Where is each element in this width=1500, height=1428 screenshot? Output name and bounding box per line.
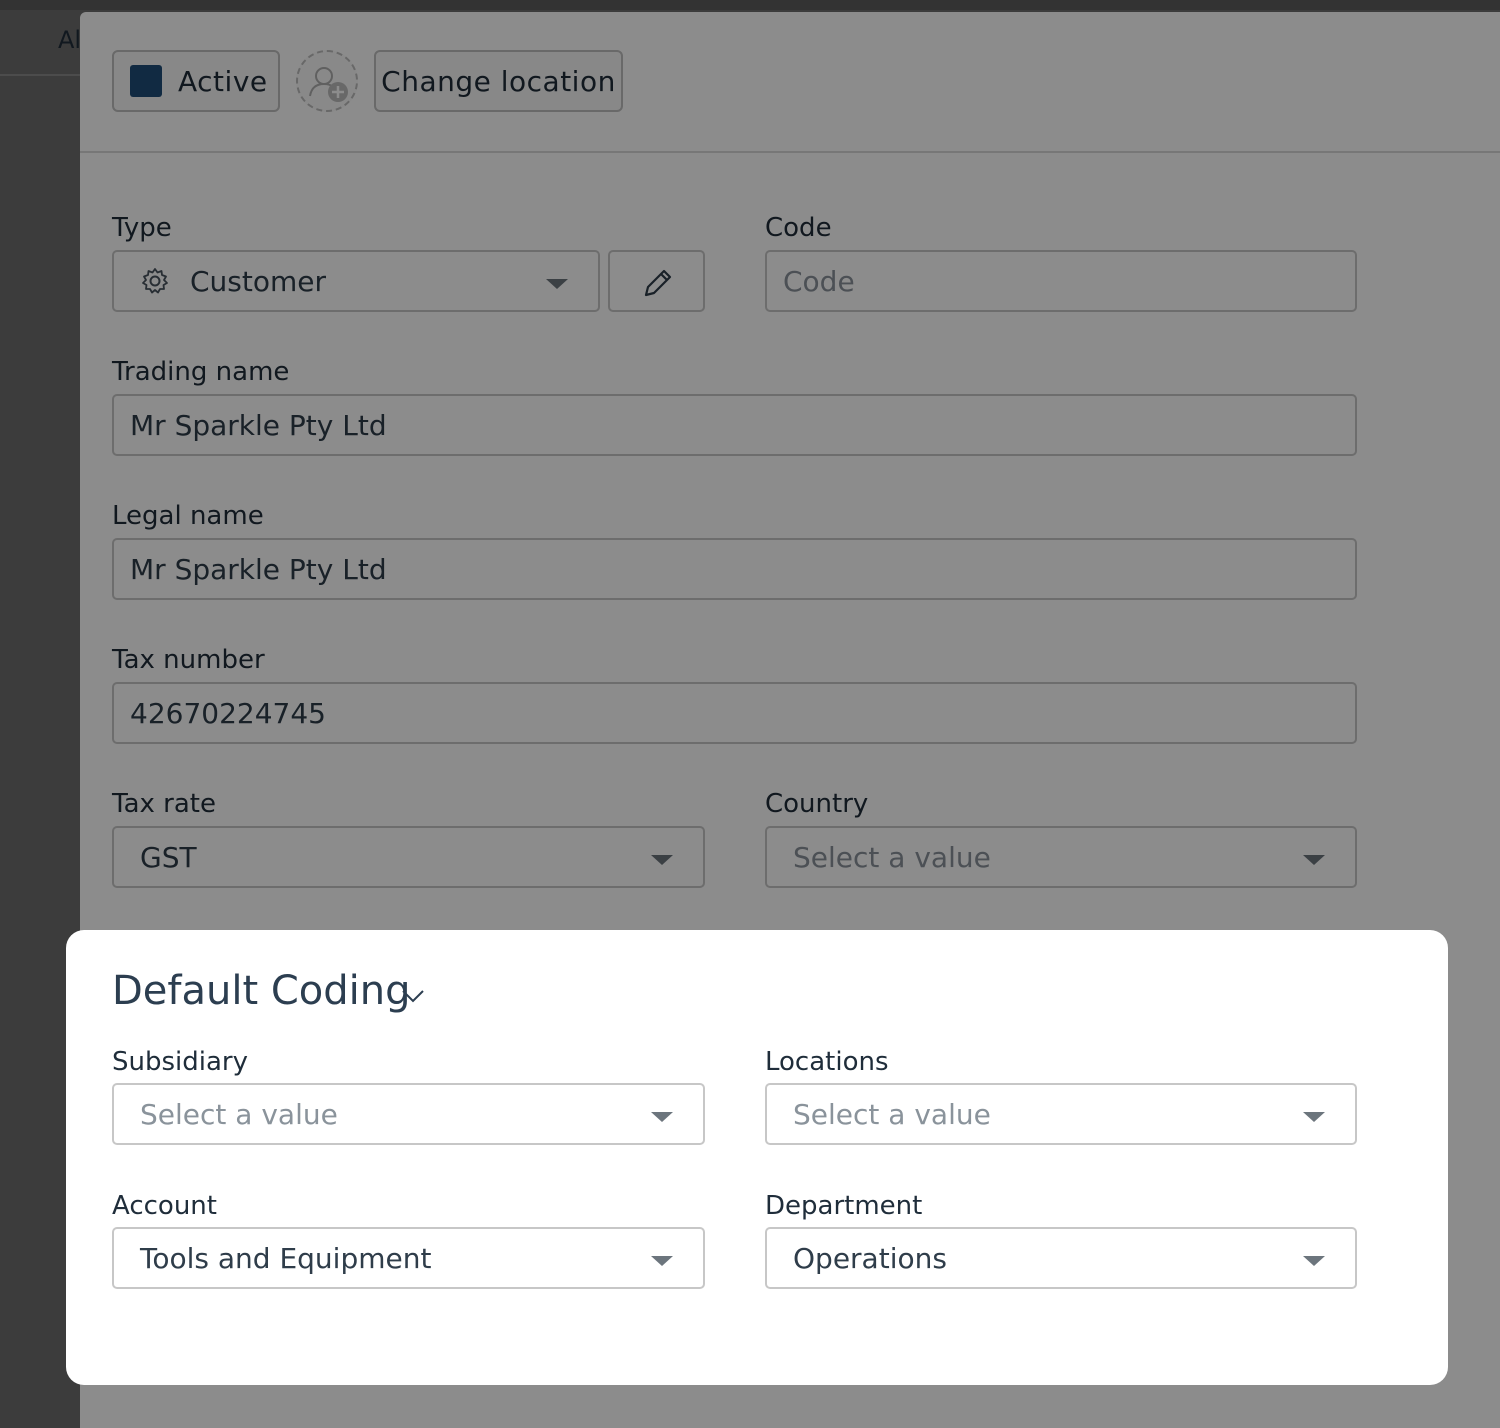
tax-number-input[interactable]: 42670224745: [112, 682, 1357, 744]
subsidiary-select[interactable]: Select a value: [112, 1083, 705, 1145]
country-placeholder: Select a value: [793, 840, 991, 874]
trading-name-value: Mr Sparkle Pty Ltd: [130, 408, 387, 442]
account-value: Tools and Equipment: [140, 1241, 432, 1275]
background-divider: [0, 74, 80, 76]
code-input[interactable]: Code: [765, 250, 1357, 312]
status-label: Active: [178, 64, 268, 98]
department-value: Operations: [793, 1241, 947, 1275]
account-select[interactable]: Tools and Equipment: [112, 1227, 705, 1289]
tax-rate-select[interactable]: GST: [112, 826, 705, 888]
country-select[interactable]: Select a value: [765, 826, 1357, 888]
trading-name-input[interactable]: Mr Sparkle Pty Ltd: [112, 394, 1357, 456]
account-label: Account: [112, 1191, 217, 1221]
chevron-down-icon: [546, 279, 568, 289]
edit-type-button[interactable]: [608, 250, 705, 312]
panel-header: Active Change location: [80, 12, 1500, 153]
legal-name-label: Legal name: [112, 501, 264, 531]
country-label: Country: [765, 789, 869, 819]
subsidiary-label: Subsidiary: [112, 1047, 248, 1077]
user-plus-icon[interactable]: [296, 50, 358, 112]
legal-name-value: Mr Sparkle Pty Ltd: [130, 552, 387, 586]
app-top-bar: [0, 0, 1500, 10]
chevron-down-icon: [651, 1256, 673, 1266]
chevron-down-icon: [651, 1112, 673, 1122]
pencil-icon: [644, 269, 672, 297]
department-select[interactable]: Operations: [765, 1227, 1357, 1289]
tax-number-label: Tax number: [112, 645, 265, 675]
default-coding-card: Default Coding Subsidiary Select a value…: [66, 930, 1448, 1385]
type-label: Type: [112, 213, 172, 243]
chevron-down-icon: [1303, 1256, 1325, 1266]
gear-icon: [140, 266, 170, 296]
trading-name-label: Trading name: [112, 357, 290, 387]
tax-rate-value: GST: [140, 840, 197, 874]
status-color-swatch: [130, 65, 162, 97]
legal-name-input[interactable]: Mr Sparkle Pty Ltd: [112, 538, 1357, 600]
chevron-down-icon: [1303, 1112, 1325, 1122]
subsidiary-placeholder: Select a value: [140, 1097, 338, 1131]
code-placeholder: Code: [783, 264, 855, 298]
code-label: Code: [765, 213, 832, 243]
locations-select[interactable]: Select a value: [765, 1083, 1357, 1145]
chevron-down-icon: [651, 855, 673, 865]
locations-label: Locations: [765, 1047, 889, 1077]
default-coding-title: Default Coding: [112, 968, 411, 1014]
change-location-button[interactable]: Change location: [374, 50, 623, 112]
tax-number-value: 42670224745: [130, 696, 326, 730]
chevron-down-icon[interactable]: [400, 988, 426, 1004]
type-value: Customer: [190, 264, 327, 298]
chevron-down-icon: [1303, 855, 1325, 865]
status-button[interactable]: Active: [112, 50, 280, 112]
locations-placeholder: Select a value: [793, 1097, 991, 1131]
department-label: Department: [765, 1191, 923, 1221]
background-tab-label: Al: [58, 26, 82, 54]
type-select[interactable]: Customer: [112, 250, 600, 312]
tax-rate-label: Tax rate: [112, 789, 216, 819]
